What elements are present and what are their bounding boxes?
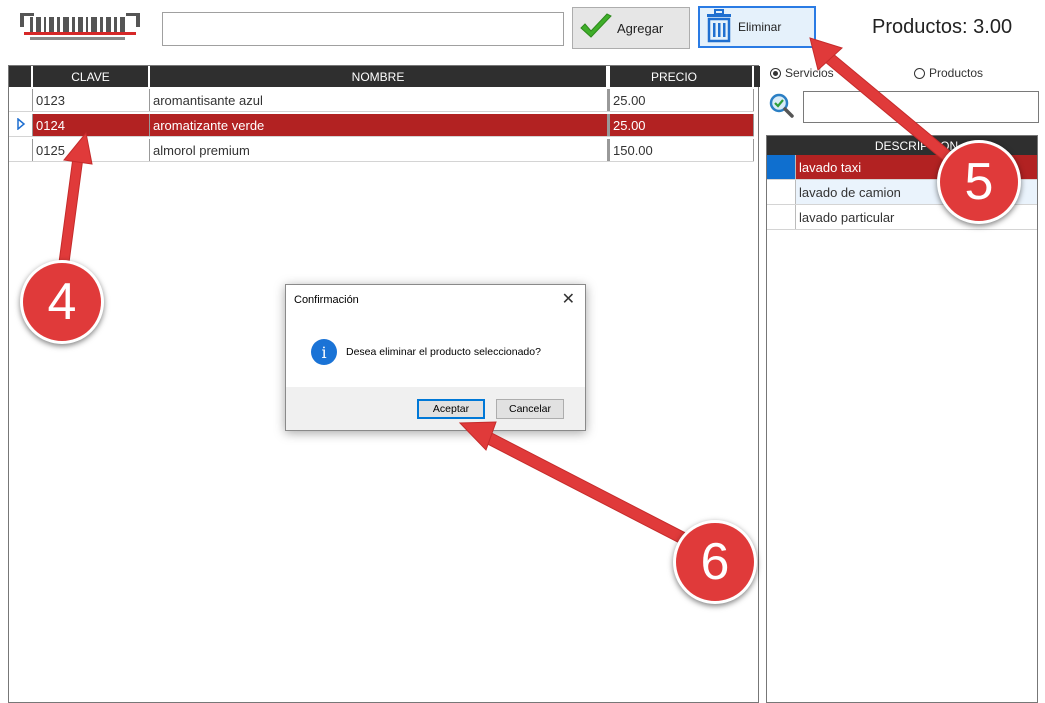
product-count-label: Productos: 3.00: [872, 16, 1013, 38]
info-icon: i: [311, 339, 337, 365]
cell-precio: 25.00: [608, 114, 754, 136]
table-row[interactable]: 0125 almorol premium 150.00: [9, 139, 754, 162]
accept-button[interactable]: Aceptar: [417, 399, 485, 419]
cell-descripcion: lavado particular: [799, 209, 895, 225]
annotation-badge-6: 6: [673, 520, 757, 604]
cell-descripcion: lavado taxi: [799, 159, 862, 175]
row-header[interactable]: [9, 89, 33, 111]
cancel-button[interactable]: Cancelar: [496, 399, 564, 419]
confirmation-dialog: Confirmación ✕ i Desea eliminar el produ…: [285, 284, 586, 431]
delete-button-label: Eliminar: [738, 20, 782, 34]
checkmark-icon: [579, 12, 613, 44]
delete-button[interactable]: Eliminar: [698, 6, 816, 48]
dialog-message: Desea eliminar el producto seleccionado?: [346, 346, 541, 358]
row-header[interactable]: [9, 114, 33, 136]
add-button[interactable]: Agregar: [572, 7, 690, 49]
close-icon[interactable]: ✕: [562, 289, 575, 309]
cell-descripcion: lavado de camion: [799, 184, 901, 200]
cell-nombre: aromatizante verde: [150, 114, 608, 136]
annotation-badge-5: 5: [937, 140, 1021, 224]
column-header-nombre[interactable]: NOMBRE: [150, 66, 608, 87]
cell-precio: 25.00: [608, 89, 754, 111]
barcode-scanner-icon: [20, 13, 140, 43]
cell-precio: 150.00: [608, 139, 754, 161]
radio-productos[interactable]: Productos: [914, 66, 983, 80]
cell-nombre: aromantisante azul: [150, 89, 608, 111]
cell-clave: 0125: [33, 139, 150, 161]
grid-corner-header: [767, 136, 796, 155]
dialog-footer: Aceptar Cancelar: [286, 387, 585, 430]
barcode-input[interactable]: [162, 12, 564, 46]
dialog-title: Confirmación: [294, 294, 359, 306]
table-row[interactable]: 0123 aromantisante azul 25.00: [9, 89, 754, 112]
type-filter: Servicios Productos: [770, 66, 1040, 84]
row-header[interactable]: [767, 205, 796, 229]
current-row-arrow-icon: [16, 116, 26, 133]
row-header[interactable]: [9, 139, 33, 161]
row-header[interactable]: [767, 155, 796, 179]
cell-nombre: almorol premium: [150, 139, 608, 161]
search-input[interactable]: [803, 91, 1039, 123]
cell-clave: 0123: [33, 89, 150, 111]
radio-servicios[interactable]: Servicios: [770, 66, 834, 80]
radio-servicios-label: Servicios: [785, 66, 834, 80]
annotation-badge-4: 4: [20, 260, 104, 344]
trash-icon: [704, 8, 734, 46]
services-grid[interactable]: DESCRIPCION lavado taxi lavado de camion…: [766, 135, 1038, 703]
add-button-label: Agregar: [617, 20, 664, 36]
grid-corner-header: [9, 66, 33, 87]
row-header[interactable]: [767, 180, 796, 204]
table-row-selected[interactable]: 0124 aromatizante verde 25.00: [9, 114, 754, 137]
search-icon[interactable]: [768, 92, 794, 118]
radio-productos-label: Productos: [929, 66, 984, 80]
grid-header-filler: [754, 66, 760, 87]
column-header-precio[interactable]: PRECIO: [608, 66, 754, 87]
cell-clave: 0124: [33, 114, 150, 136]
radio-dot-checked: [770, 67, 781, 79]
column-header-clave[interactable]: CLAVE: [33, 66, 150, 87]
radio-dot: [914, 67, 925, 79]
